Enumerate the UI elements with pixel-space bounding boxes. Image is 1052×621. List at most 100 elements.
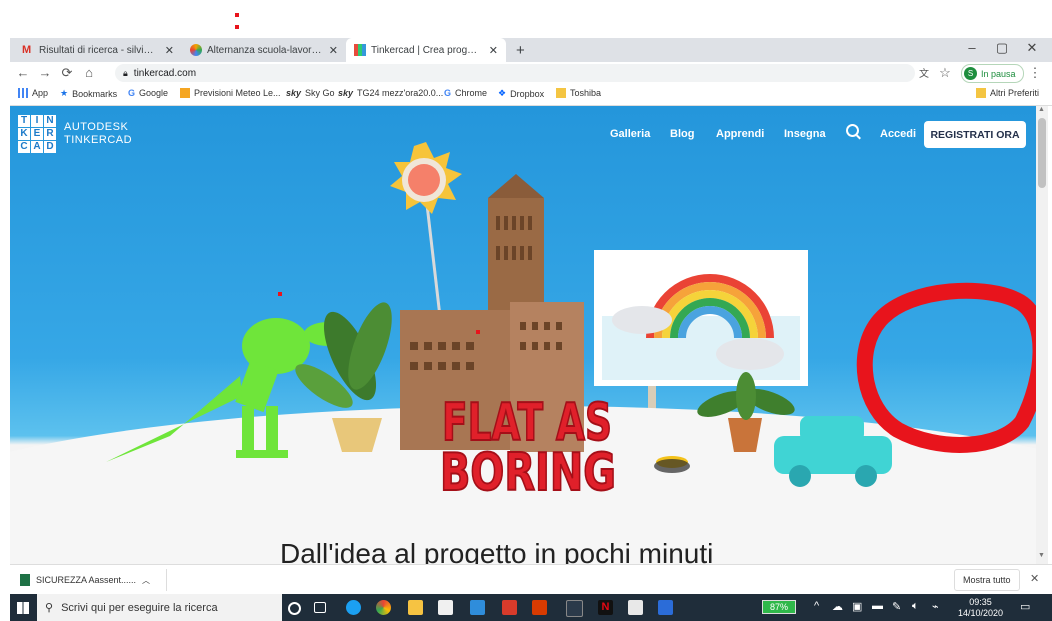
bookmarks-bar: App ★ Bookmarks G Google Previsioni Meteo … [10, 84, 1052, 106]
app-l-icon[interactable] [470, 600, 485, 615]
annotation-dot [235, 13, 239, 17]
download-item[interactable]: SICUREZZA Aassent...... ︿ [20, 569, 167, 591]
bookmark-item[interactable]: Toshiba [556, 88, 601, 98]
prime-video-icon[interactable] [566, 600, 583, 617]
close-tab-icon[interactable]: ✕ [329, 44, 338, 57]
bookmark-star-icon[interactable]: ☆ [936, 65, 954, 81]
home-icon[interactable]: ⌂ [80, 65, 98, 80]
forward-icon[interactable]: → [36, 65, 54, 80]
google-icon: G [444, 88, 452, 98]
sign-text-line2: BORING [440, 443, 616, 503]
hero-section: T I N K E R C A D AUTODESK TINKERCAD Gal… [10, 106, 1036, 564]
sky-logo-icon: sky [338, 88, 354, 98]
clock-time: 09:35 [969, 597, 992, 607]
download-bar: SICUREZZA Aassent...... ︿ Mostra tutto ✕ [10, 564, 1052, 594]
tab-strip: M Risultati di ricerca - silvia.galasso@… [10, 38, 1052, 62]
pen-icon[interactable]: ✎ [892, 600, 901, 613]
address-input[interactable]: 🔒︎ tinkercad.com [115, 64, 915, 82]
battery-indicator[interactable]: 87% [762, 600, 796, 614]
profile-status: In pausa [981, 68, 1016, 79]
cortana-icon[interactable] [288, 602, 301, 615]
tab-title: Tinkercad | Crea progetti digitali [371, 44, 482, 56]
edge-icon[interactable] [346, 600, 361, 615]
red-circle-annotation [856, 282, 1036, 453]
bookmark-item[interactable]: ★ Bookmarks [60, 88, 117, 99]
close-window-icon[interactable]: ✕ [1018, 40, 1046, 56]
tray-app-icon[interactable]: ▣ [852, 600, 862, 613]
clock[interactable]: 09:35 14/10/2020 [958, 597, 1003, 619]
flat-as-boring-sign: FLAT AS BORING [439, 392, 617, 504]
close-download-bar-icon[interactable]: ✕ [1030, 572, 1039, 585]
taskbar-search-input[interactable]: ⚲ Scrivi qui per eseguire la ricerca [37, 594, 282, 621]
lock-icon: 🔒︎ [123, 67, 128, 78]
scroll-up-arrow[interactable]: ▲ [1038, 106, 1045, 113]
battery-tray-icon[interactable]: ▬ [872, 600, 883, 612]
page-headline: Dall'idea al progetto in pochi minuti [280, 538, 714, 564]
bookmark-item[interactable]: G Chrome [444, 88, 487, 98]
annotation-dot [235, 25, 239, 29]
bookmark-item[interactable]: G Google [128, 88, 168, 98]
close-tab-icon[interactable]: ✕ [489, 44, 498, 57]
search-placeholder: Scrivi qui per eseguire la ricerca [61, 601, 218, 614]
apps-grid-icon [18, 88, 28, 98]
bookmark-item[interactable]: sky Sky Go [286, 88, 335, 98]
tab-title: Alternanza scuola-lavoro: formaz [207, 44, 322, 56]
bookmark-item[interactable]: sky TG24 mezz'ora20.0... [338, 88, 443, 98]
chevron-up-icon[interactable]: ︿ [142, 575, 150, 586]
download-filename: SICUREZZA Aassent...... [36, 575, 137, 585]
file-explorer-icon[interactable] [408, 600, 423, 615]
minimize-icon[interactable]: – [958, 40, 986, 55]
reload-icon[interactable]: ⟳ [58, 65, 76, 81]
chevron-up-icon[interactable]: ^ [814, 600, 819, 612]
back-icon[interactable]: ← [14, 65, 32, 80]
colorful-logo-icon [190, 44, 202, 56]
translate-icon[interactable]: 文 [915, 65, 933, 80]
sky-logo-icon: sky [286, 88, 302, 98]
office-icon[interactable] [532, 600, 547, 615]
search-icon: ⚲ [45, 602, 54, 614]
notification-icon[interactable]: ▭ [1020, 600, 1030, 613]
tab-gmail[interactable]: M Risultati di ricerca - silvia.galasso@… [14, 38, 182, 62]
scrollbar-thumb[interactable] [1038, 118, 1046, 188]
app-blue-icon[interactable] [658, 600, 673, 615]
weather-icon [180, 88, 190, 98]
page-scrollbar[interactable]: ▲ ▼ [1036, 106, 1048, 564]
task-view-icon[interactable] [314, 602, 326, 613]
scroll-down-arrow[interactable]: ▼ [1038, 552, 1045, 559]
google-icon: G [128, 88, 136, 98]
show-all-button[interactable]: Mostra tutto [954, 569, 1020, 591]
excel-file-icon [20, 574, 30, 586]
windows-start-icon[interactable] [17, 602, 29, 614]
netflix-icon[interactable]: N [598, 600, 613, 615]
dropbox-icon: ❖ [498, 88, 507, 98]
bookmark-item[interactable]: App [18, 88, 48, 98]
hero-illustration: FLAT AS BORING [10, 142, 1036, 564]
windows-taskbar: ⚲ Scrivi qui per eseguire la ricerca N 8… [10, 594, 1052, 621]
tab-alternanza[interactable]: Alternanza scuola-lavoro: formaz ✕ [182, 38, 346, 62]
star-icon: ★ [60, 88, 69, 98]
gmail-icon: M [22, 44, 32, 56]
new-tab-button[interactable]: + [508, 38, 532, 62]
folder-icon [976, 88, 986, 98]
store-icon[interactable] [438, 600, 453, 615]
other-bookmarks[interactable]: Altri Preferiti [976, 88, 1039, 98]
profile-button[interactable]: S In pausa [961, 64, 1024, 83]
maximize-icon[interactable]: ▢ [988, 40, 1016, 56]
chrome-icon[interactable] [376, 600, 391, 615]
bookmark-item[interactable]: Previsioni Meteo Le... [180, 88, 281, 98]
wifi-icon[interactable]: ⌁ [932, 600, 939, 613]
close-tab-icon[interactable]: ✕ [165, 44, 174, 57]
avatar: S [964, 67, 977, 80]
tinkercad-icon [354, 44, 366, 56]
app-icon[interactable] [502, 600, 517, 615]
bookmark-item[interactable]: ❖ Dropbox [498, 88, 544, 99]
tab-tinkercad[interactable]: Tinkercad | Crea progetti digitali ✕ [346, 38, 506, 62]
notes-icon[interactable] [628, 600, 643, 615]
folder-icon [556, 88, 566, 98]
clock-date: 14/10/2020 [958, 608, 1004, 618]
menu-dots-icon[interactable]: ⋮ [1026, 65, 1044, 81]
address-toolbar: ← → ⟳ ⌂ 🔒︎ tinkercad.com 文 ☆ S In pausa … [10, 62, 1052, 84]
volume-icon[interactable]: 🔈︎ [912, 600, 919, 613]
cloud-icon[interactable]: ☁ [832, 600, 843, 613]
url-text: tinkercad.com [133, 67, 197, 79]
